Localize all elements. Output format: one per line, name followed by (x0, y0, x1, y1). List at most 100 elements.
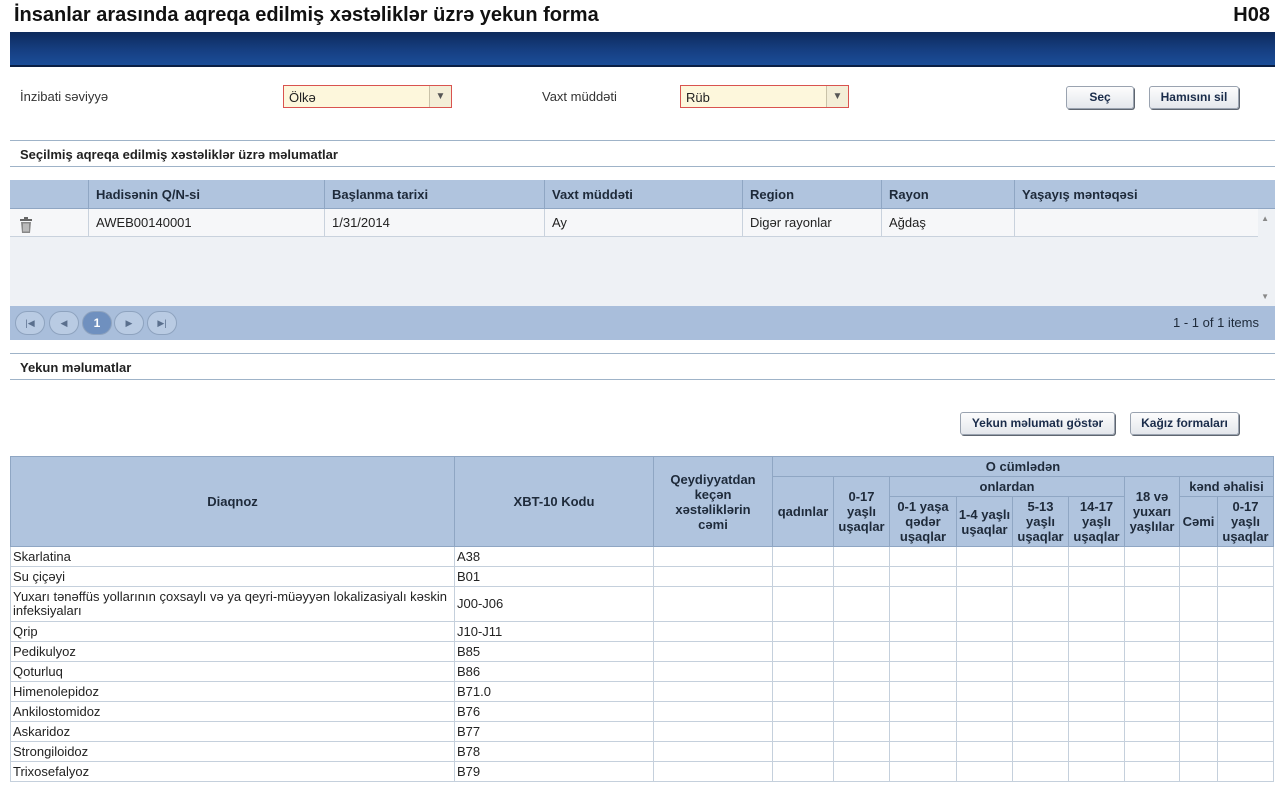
admin-level-select[interactable]: Ölkə ▼ (283, 85, 452, 108)
diagnosis-header: Diaqnoz (10, 456, 455, 547)
diagnosis-cell: Skarlatina (10, 546, 455, 567)
value-cell (772, 546, 834, 567)
value-cell (889, 621, 957, 642)
rural-total-header: Cəmi (1179, 496, 1218, 547)
period-select[interactable]: Rüb ▼ (680, 85, 849, 108)
value-cell (889, 681, 957, 702)
section-divider (10, 166, 1275, 167)
value-cell (1179, 586, 1218, 622)
value-cell (772, 681, 834, 702)
value-cell (889, 586, 957, 622)
diagnosis-cell: Himenolepidoz (10, 681, 455, 702)
table-row: Yuxarı tənəffüs yollarının çoxsaylı və y… (10, 586, 1274, 622)
value-cell (1217, 741, 1274, 762)
value-cell (772, 761, 834, 782)
age-18-plus-header: 18 və yuxarı yaşlılar (1124, 476, 1180, 547)
value-cell (1124, 661, 1180, 682)
last-page-icon[interactable]: ▶| (147, 311, 177, 335)
page-number-button[interactable]: 1 (82, 311, 112, 335)
clear-all-button[interactable]: Hamısını sil (1149, 86, 1239, 109)
age-1-4-header: 1-4 yaşlı uşaqlar (956, 496, 1013, 547)
value-cell (1068, 546, 1125, 567)
table-row: Strongiloidoz B78 (10, 741, 1274, 762)
cell-case-number: AWEB00140001 (88, 209, 324, 237)
value-cell (1012, 546, 1069, 567)
summary-table: Diaqnoz XBT-10 Kodu Qeydiyyatdan keçən x… (10, 456, 1274, 782)
paper-forms-button[interactable]: Kağız formaları (1130, 412, 1239, 435)
value-cell (772, 701, 834, 722)
value-cell (833, 566, 890, 587)
icd-code-cell: B77 (454, 721, 654, 742)
select-button[interactable]: Seç (1066, 86, 1134, 109)
value-cell (1124, 701, 1180, 722)
icd-code-cell: B76 (454, 701, 654, 722)
selected-diseases-grid: Hadisənin Q/N-si Başlanma tarixi Vaxt mü… (10, 180, 1275, 340)
value-cell (653, 546, 773, 567)
table-row: Skarlatina A38 (10, 546, 1274, 567)
value-cell (772, 641, 834, 662)
chevron-down-icon[interactable]: ▼ (826, 86, 848, 107)
delete-cell[interactable] (10, 209, 88, 237)
col-district[interactable]: Rayon (881, 180, 1014, 209)
value-cell (833, 701, 890, 722)
value-cell (1124, 546, 1180, 567)
value-cell (1068, 701, 1125, 722)
table-row: Qoturluq B86 (10, 661, 1274, 682)
icd-code-cell: B86 (454, 661, 654, 682)
value-cell (833, 681, 890, 702)
value-cell (956, 641, 1013, 662)
col-settlement[interactable]: Yaşayış məntəqəsi (1014, 180, 1275, 209)
period-value: Rüb (686, 90, 710, 105)
diagnosis-cell: Yuxarı tənəffüs yollarının çoxsaylı və y… (10, 586, 455, 622)
value-cell (956, 681, 1013, 702)
value-cell (653, 621, 773, 642)
pager: |◀ ◀ 1 ▶ ▶| 1 - 1 of 1 items (10, 306, 1275, 340)
table-row: Himenolepidoz B71.0 (10, 681, 1274, 702)
value-cell (772, 741, 834, 762)
value-cell (1179, 546, 1218, 567)
value-cell (1124, 566, 1180, 587)
value-cell (889, 701, 957, 722)
col-case-number[interactable]: Hadisənin Q/N-si (88, 180, 324, 209)
value-cell (1012, 661, 1069, 682)
page-title: İnsanlar arasında aqreqa edilmiş xəstəli… (14, 4, 599, 26)
col-start-date[interactable]: Başlanma tarixi (324, 180, 544, 209)
cell-district: Ağdaş (881, 209, 1014, 237)
admin-level-label: İnzibati səviyyə (20, 89, 109, 104)
scroll-down-icon[interactable]: ▼ (1261, 292, 1269, 301)
value-cell (889, 741, 957, 762)
table-row[interactable]: AWEB00140001 1/31/2014 Ay Digər rayonlar… (10, 209, 1258, 237)
show-summary-button[interactable]: Yekun məlumatı göstər (960, 412, 1115, 435)
diagnosis-cell: Trixosefalyoz (10, 761, 455, 782)
value-cell (1068, 741, 1125, 762)
trash-icon[interactable] (19, 215, 33, 233)
value-cell (1124, 741, 1180, 762)
value-cell (1124, 721, 1180, 742)
table-row: Trixosefalyoz B79 (10, 761, 1274, 782)
value-cell (889, 546, 957, 567)
icd-code-cell: B79 (454, 761, 654, 782)
col-region[interactable]: Region (742, 180, 881, 209)
section-divider (10, 353, 1275, 354)
table-row: Qrip J10-J11 (10, 621, 1274, 642)
value-cell (1217, 586, 1274, 622)
value-cell (1217, 621, 1274, 642)
prev-page-icon[interactable]: ◀ (49, 311, 79, 335)
scroll-up-icon[interactable]: ▲ (1261, 214, 1269, 223)
col-period[interactable]: Vaxt müddəti (544, 180, 742, 209)
value-cell (956, 621, 1013, 642)
grid-header: Hadisənin Q/N-si Başlanma tarixi Vaxt mü… (10, 180, 1275, 209)
age-14-17-header: 14-17 yaşlı uşaqlar (1068, 496, 1125, 547)
value-cell (1179, 681, 1218, 702)
form-code: H08 (1233, 4, 1270, 26)
value-cell (1012, 701, 1069, 722)
value-cell (1124, 641, 1180, 662)
value-cell (1068, 566, 1125, 587)
women-header: qadınlar (772, 476, 834, 547)
value-cell (889, 641, 957, 662)
next-page-icon[interactable]: ▶ (114, 311, 144, 335)
first-page-icon[interactable]: |◀ (15, 311, 45, 335)
value-cell (956, 586, 1013, 622)
chevron-down-icon[interactable]: ▼ (429, 86, 451, 107)
value-cell (956, 761, 1013, 782)
